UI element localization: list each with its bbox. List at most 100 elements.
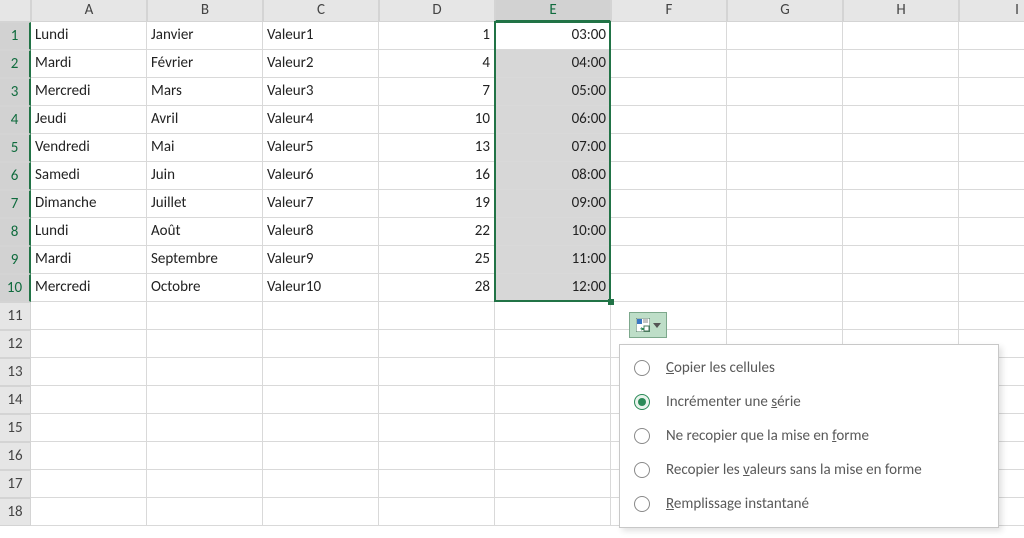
column-header-G[interactable]: G	[727, 0, 843, 22]
autofill-option-2[interactable]: Ne recopier que la mise en forme	[620, 419, 998, 453]
cell-C1[interactable]: Valeur1	[263, 22, 379, 50]
cell-A15[interactable]	[31, 414, 147, 442]
cell-B13[interactable]	[147, 358, 263, 386]
cell-D4[interactable]: 10	[379, 106, 495, 134]
cell-B12[interactable]	[147, 330, 263, 358]
cell-E9[interactable]: 11:00	[495, 246, 611, 274]
row-header-18[interactable]: 18	[0, 498, 31, 526]
row-header-4[interactable]: 4	[0, 106, 31, 134]
cell-I5[interactable]	[959, 134, 1024, 162]
cell-B8[interactable]: Août	[147, 218, 263, 246]
column-header-E[interactable]: E	[495, 0, 611, 22]
cell-D13[interactable]	[379, 358, 495, 386]
cell-I6[interactable]	[959, 162, 1024, 190]
cell-A2[interactable]: Mardi	[31, 50, 147, 78]
cell-A16[interactable]	[31, 442, 147, 470]
cell-F8[interactable]	[611, 218, 727, 246]
column-header-I[interactable]: I	[959, 0, 1024, 22]
cell-I10[interactable]	[959, 274, 1024, 302]
cell-A4[interactable]: Jeudi	[31, 106, 147, 134]
cell-B2[interactable]: Février	[147, 50, 263, 78]
cell-F1[interactable]	[611, 22, 727, 50]
cell-D11[interactable]	[379, 302, 495, 330]
autofill-option-1[interactable]: Incrémenter une série	[620, 385, 998, 419]
cell-H2[interactable]	[843, 50, 959, 78]
cell-E16[interactable]	[495, 442, 611, 470]
cell-C14[interactable]	[263, 386, 379, 414]
row-header-15[interactable]: 15	[0, 414, 31, 442]
cell-H3[interactable]	[843, 78, 959, 106]
autofill-options-menu[interactable]: Copier les cellulesIncrémenter une série…	[619, 344, 999, 528]
cell-F3[interactable]	[611, 78, 727, 106]
cell-D7[interactable]: 19	[379, 190, 495, 218]
cell-B7[interactable]: Juillet	[147, 190, 263, 218]
cell-B16[interactable]	[147, 442, 263, 470]
cell-G5[interactable]	[727, 134, 843, 162]
row-header-5[interactable]: 5	[0, 134, 31, 162]
cell-A10[interactable]: Mercredi	[31, 274, 147, 302]
cell-C8[interactable]: Valeur8	[263, 218, 379, 246]
cell-G4[interactable]	[727, 106, 843, 134]
cell-I3[interactable]	[959, 78, 1024, 106]
cell-A12[interactable]	[31, 330, 147, 358]
cell-E17[interactable]	[495, 470, 611, 498]
cell-B6[interactable]: Juin	[147, 162, 263, 190]
cell-A3[interactable]: Mercredi	[31, 78, 147, 106]
row-header-7[interactable]: 7	[0, 190, 31, 218]
row-header-14[interactable]: 14	[0, 386, 31, 414]
cell-A14[interactable]	[31, 386, 147, 414]
cell-B18[interactable]	[147, 498, 263, 526]
cell-D9[interactable]: 25	[379, 246, 495, 274]
cell-F4[interactable]	[611, 106, 727, 134]
cell-F2[interactable]	[611, 50, 727, 78]
cell-I2[interactable]	[959, 50, 1024, 78]
cell-D3[interactable]: 7	[379, 78, 495, 106]
cell-E6[interactable]: 08:00	[495, 162, 611, 190]
cell-D10[interactable]: 28	[379, 274, 495, 302]
row-header-6[interactable]: 6	[0, 162, 31, 190]
cell-G11[interactable]	[727, 302, 843, 330]
cell-B17[interactable]	[147, 470, 263, 498]
row-header-13[interactable]: 13	[0, 358, 31, 386]
autofill-option-4[interactable]: Remplissage instantané	[620, 487, 998, 521]
cell-D2[interactable]: 4	[379, 50, 495, 78]
cell-A11[interactable]	[31, 302, 147, 330]
row-header-11[interactable]: 11	[0, 302, 31, 330]
cell-B5[interactable]: Mai	[147, 134, 263, 162]
autofill-option-0[interactable]: Copier les cellules	[620, 351, 998, 385]
cell-F9[interactable]	[611, 246, 727, 274]
cell-C11[interactable]	[263, 302, 379, 330]
cell-H10[interactable]	[843, 274, 959, 302]
cell-C5[interactable]: Valeur5	[263, 134, 379, 162]
cell-H8[interactable]	[843, 218, 959, 246]
cell-B3[interactable]: Mars	[147, 78, 263, 106]
select-all-corner[interactable]	[0, 0, 31, 22]
cell-D8[interactable]: 22	[379, 218, 495, 246]
cell-I11[interactable]	[959, 302, 1024, 330]
cell-E7[interactable]: 09:00	[495, 190, 611, 218]
cell-G1[interactable]	[727, 22, 843, 50]
cell-E1[interactable]: 03:00	[495, 22, 611, 50]
cell-A18[interactable]	[31, 498, 147, 526]
cell-D16[interactable]	[379, 442, 495, 470]
cell-E11[interactable]	[495, 302, 611, 330]
cell-E3[interactable]: 05:00	[495, 78, 611, 106]
cell-G7[interactable]	[727, 190, 843, 218]
cell-H11[interactable]	[843, 302, 959, 330]
cell-C3[interactable]: Valeur3	[263, 78, 379, 106]
row-header-1[interactable]: 1	[0, 22, 31, 50]
cell-G9[interactable]	[727, 246, 843, 274]
cell-A5[interactable]: Vendredi	[31, 134, 147, 162]
cell-A17[interactable]	[31, 470, 147, 498]
cell-C12[interactable]	[263, 330, 379, 358]
cell-H9[interactable]	[843, 246, 959, 274]
cell-I9[interactable]	[959, 246, 1024, 274]
cell-A6[interactable]: Samedi	[31, 162, 147, 190]
cell-H4[interactable]	[843, 106, 959, 134]
cell-C18[interactable]	[263, 498, 379, 526]
cell-C7[interactable]: Valeur7	[263, 190, 379, 218]
cell-D15[interactable]	[379, 414, 495, 442]
column-header-B[interactable]: B	[147, 0, 263, 22]
cell-H5[interactable]	[843, 134, 959, 162]
cell-C15[interactable]	[263, 414, 379, 442]
